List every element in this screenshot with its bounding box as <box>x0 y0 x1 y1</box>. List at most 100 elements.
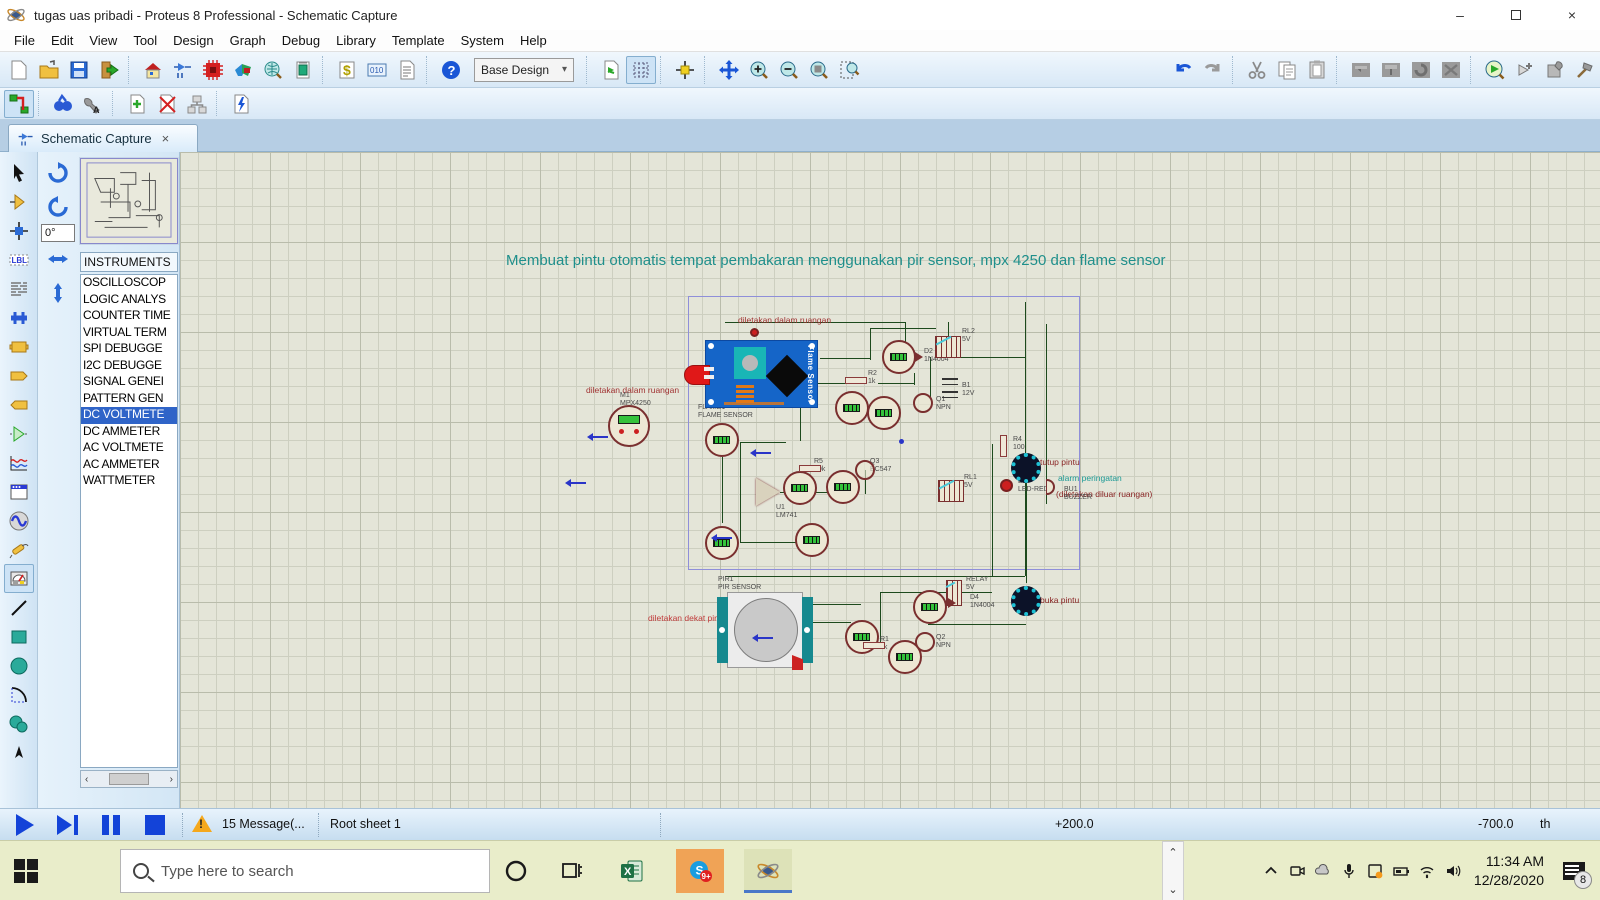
dc-voltmeter[interactable] <box>835 391 869 425</box>
transistor[interactable] <box>855 460 875 480</box>
scrollbar-thumb[interactable] <box>109 773 149 785</box>
pan-icon[interactable] <box>714 56 744 84</box>
dc-voltmeter[interactable] <box>783 471 817 505</box>
led-indicator[interactable] <box>750 328 759 337</box>
mpx4250-sensor[interactable] <box>608 405 650 447</box>
text-script-mode-icon[interactable] <box>4 274 34 303</box>
close-project-icon[interactable] <box>94 56 124 84</box>
search-tag-icon[interactable] <box>48 90 78 118</box>
zoom-in-icon[interactable] <box>744 56 774 84</box>
proteus-taskbar-icon[interactable] <box>744 849 792 893</box>
tab-close-icon[interactable]: × <box>162 131 170 146</box>
block-move-icon[interactable] <box>1376 56 1406 84</box>
mirror-vertical-icon[interactable] <box>43 279 73 307</box>
mirror-horizontal-icon[interactable] <box>43 245 73 273</box>
excel-taskbar-icon[interactable]: X <box>608 849 656 893</box>
instrument-item-spi-debugge[interactable]: SPI DEBUGGE <box>81 341 177 358</box>
instrument-item-ac-voltmete[interactable]: AC VOLTMETE <box>81 440 177 457</box>
flame-sensor-module[interactable]: Flame Sensor <box>684 340 818 408</box>
dc-voltmeter[interactable] <box>795 523 829 557</box>
schematic-capture-icon[interactable] <box>168 56 198 84</box>
terminal-mode-icon[interactable] <box>4 361 34 390</box>
menu-file[interactable]: File <box>6 31 43 50</box>
virtual-instruments-mode-icon[interactable] <box>3 564 34 593</box>
goto-sheet-icon[interactable] <box>182 90 212 118</box>
motor-buka-pintu[interactable] <box>1011 586 1041 616</box>
battery[interactable] <box>942 378 958 400</box>
show-hidden-icons[interactable] <box>1258 841 1284 900</box>
cut-icon[interactable] <box>1242 56 1272 84</box>
zoom-area-icon[interactable] <box>834 56 864 84</box>
electrical-check-icon[interactable] <box>226 90 256 118</box>
2d-arc-icon[interactable] <box>4 680 34 709</box>
generator-mode-icon[interactable] <box>4 506 34 535</box>
resistor[interactable] <box>845 377 867 384</box>
decompose-icon[interactable] <box>1570 56 1600 84</box>
packaging-tool-icon[interactable] <box>1540 56 1570 84</box>
motor-tutup-pintu[interactable] <box>1011 453 1041 483</box>
wire-autorouter-icon[interactable] <box>4 89 34 118</box>
dc-voltmeter[interactable] <box>705 526 739 560</box>
cortana-icon[interactable] <box>492 849 540 893</box>
resistor[interactable] <box>863 642 885 649</box>
simulate-step-button[interactable] <box>50 812 84 838</box>
menu-graph[interactable]: Graph <box>222 31 274 50</box>
taskbar-scroll-arrows[interactable]: ⌃ ⌄ <box>1162 841 1184 900</box>
resistor[interactable] <box>799 465 821 472</box>
dc-voltmeter[interactable] <box>705 423 739 457</box>
menu-template[interactable]: Template <box>384 31 453 50</box>
instrument-item-oscilloscop[interactable]: OSCILLOSCOP <box>81 275 177 292</box>
block-copy-icon[interactable] <box>1346 56 1376 84</box>
undo-icon[interactable] <box>1168 56 1198 84</box>
menu-tool[interactable]: Tool <box>125 31 165 50</box>
dc-voltmeter[interactable] <box>882 340 916 374</box>
design-selector[interactable]: Base Design ▾ <box>474 57 574 82</box>
simulate-stop-button[interactable] <box>138 812 172 838</box>
zoom-out-icon[interactable] <box>774 56 804 84</box>
home-page-icon[interactable] <box>138 56 168 84</box>
buses-mode-icon[interactable] <box>4 303 34 332</box>
transistor[interactable] <box>913 393 933 413</box>
zoom-extents-icon[interactable] <box>804 56 834 84</box>
remove-sheet-icon[interactable] <box>152 90 182 118</box>
resistor[interactable] <box>1000 435 1007 457</box>
object-list-scrollbar[interactable]: ‹ › <box>80 770 178 788</box>
device-pin-mode-icon[interactable] <box>4 390 34 419</box>
dc-voltmeter[interactable] <box>826 470 860 504</box>
transistor[interactable] <box>915 632 935 652</box>
diode[interactable] <box>948 598 956 608</box>
instrument-item-pattern-gen[interactable]: PATTERN GEN <box>81 391 177 408</box>
scroll-right-arrow[interactable]: › <box>170 774 177 785</box>
menu-library[interactable]: Library <box>328 31 384 50</box>
simulate-pause-button[interactable] <box>94 812 128 838</box>
rotation-angle-field[interactable] <box>41 224 75 242</box>
camera-tray-icon[interactable] <box>1284 841 1310 900</box>
action-center-icon[interactable]: 8 <box>1554 841 1594 900</box>
bill-of-materials-icon[interactable]: $ <box>332 56 362 84</box>
make-device-icon[interactable] <box>1510 56 1540 84</box>
close-button[interactable]: × <box>1544 0 1600 30</box>
pir-sensor-module[interactable] <box>717 592 813 668</box>
schematic-canvas[interactable]: Membuat pintu otomatis tempat pembakaran… <box>180 152 1600 808</box>
subcircuit-mode-icon[interactable] <box>4 332 34 361</box>
new-sheet-icon[interactable] <box>122 90 152 118</box>
3d-visualizer-icon[interactable] <box>228 56 258 84</box>
scroll-up-icon[interactable]: ⌃ <box>1168 846 1177 859</box>
taskbar-search[interactable]: Type here to search <box>120 849 490 893</box>
analogue-graph-icon[interactable] <box>4 448 34 477</box>
minimize-button[interactable]: – <box>1432 0 1488 30</box>
menu-edit[interactable]: Edit <box>43 31 81 50</box>
redo-icon[interactable] <box>1198 56 1228 84</box>
rotate-anticlockwise-icon[interactable] <box>43 193 73 221</box>
volume-tray-icon[interactable] <box>1440 841 1466 900</box>
selection-mode-icon[interactable] <box>4 158 34 187</box>
instrument-item-logic-analys[interactable]: LOGIC ANALYS <box>81 292 177 309</box>
battery-tray-icon[interactable] <box>1388 841 1414 900</box>
sync-tray-icon[interactable] <box>1362 841 1388 900</box>
menu-help[interactable]: Help <box>512 31 555 50</box>
message-count[interactable]: 15 Message(... <box>222 817 305 831</box>
active-popup-mode-icon[interactable] <box>4 477 34 506</box>
instrument-item-signal-genei[interactable]: SIGNAL GENEI <box>81 374 177 391</box>
scroll-down-icon[interactable]: ⌄ <box>1168 883 1177 896</box>
instrument-item-i2c-debugge[interactable]: I2C DEBUGGE <box>81 358 177 375</box>
